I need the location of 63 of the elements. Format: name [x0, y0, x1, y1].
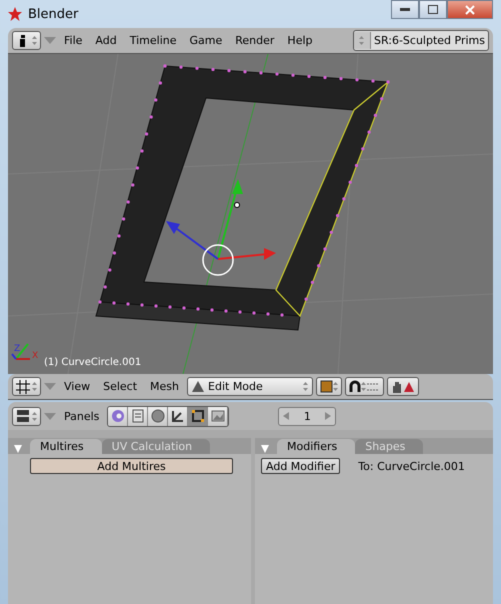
- up-down-arrows-icon: [359, 36, 364, 45]
- triangle-icon: [192, 381, 204, 392]
- grid-icon: [16, 380, 30, 394]
- panel-tab[interactable]: Multires: [30, 439, 102, 454]
- maximize-button[interactable]: [419, 0, 447, 19]
- sphere-icon: [150, 408, 166, 424]
- axes-icon: [170, 408, 186, 424]
- context-tab[interactable]: [208, 406, 228, 426]
- up-down-arrows-icon: [303, 382, 308, 391]
- image-icon: [210, 408, 226, 424]
- up-down-arrows-icon: [32, 382, 37, 391]
- editor-type-selector[interactable]: [12, 406, 41, 426]
- mode-selector[interactable]: Edit Mode: [187, 377, 314, 396]
- context-tab[interactable]: [108, 406, 128, 426]
- close-icon: [465, 4, 475, 14]
- axis-gizmo-drawing: [11, 343, 30, 360]
- panels-icon: [16, 409, 30, 423]
- menu-item[interactable]: View: [59, 380, 96, 393]
- context-tab[interactable]: [128, 406, 148, 426]
- circle-icon: [110, 408, 126, 424]
- document-icon: [130, 408, 146, 424]
- square-icon: [190, 408, 206, 424]
- tool-buttons[interactable]: [387, 377, 420, 396]
- cursor-icon: [234, 202, 240, 208]
- up-down-arrows-icon: [361, 382, 366, 391]
- editor-type-selector[interactable]: [12, 31, 41, 50]
- snap-selector[interactable]: [345, 377, 384, 396]
- up-down-arrows-icon: [333, 382, 338, 391]
- panel-tab[interactable]: Modifiers: [277, 439, 356, 454]
- triangle-icon: [403, 381, 416, 392]
- app-logo-icon: [8, 7, 22, 21]
- menu-item[interactable]: Render: [230, 34, 280, 47]
- close-button[interactable]: [447, 0, 493, 19]
- menu-item[interactable]: Mesh: [145, 380, 184, 393]
- editor-type-selector[interactable]: [12, 377, 41, 396]
- window-title: Blender: [28, 6, 78, 22]
- dashed-lines-icon: [366, 382, 380, 390]
- context-tab[interactable]: [188, 406, 208, 426]
- minimize-button[interactable]: [391, 0, 419, 19]
- object-label: (1) CurveCircle.001: [44, 357, 142, 368]
- menu-item[interactable]: Help: [282, 34, 318, 47]
- magnet-icon: [349, 380, 362, 393]
- screen-selector[interactable]: SR:6-Sculpted Prims: [352, 30, 489, 51]
- axis-label: X: [32, 351, 38, 361]
- menu-item[interactable]: Timeline: [124, 34, 182, 47]
- transform-gizmo-drawing[interactable]: [166, 179, 276, 276]
- add-button[interactable]: Add Multires: [30, 458, 233, 474]
- menu-item[interactable]: Game: [184, 34, 228, 47]
- context-tab[interactable]: [148, 406, 168, 426]
- menu-item[interactable]: File: [59, 34, 88, 47]
- cube-icon: [320, 380, 334, 393]
- add-button[interactable]: Add Modifier: [261, 458, 340, 474]
- axis-label: Z: [14, 344, 20, 354]
- up-down-arrows-icon: [32, 36, 37, 45]
- menu-item[interactable]: Select: [98, 380, 142, 393]
- context-tab[interactable]: [168, 406, 188, 426]
- target-label: To: CurveCircle.001: [358, 460, 465, 472]
- minimize-icon: [400, 8, 410, 12]
- menu-item[interactable]: Add: [90, 34, 122, 47]
- panels-label: Panels: [63, 410, 100, 422]
- maximize-icon: [428, 5, 438, 14]
- up-down-arrows-icon: [32, 412, 37, 420]
- pivot-selector[interactable]: [316, 377, 342, 396]
